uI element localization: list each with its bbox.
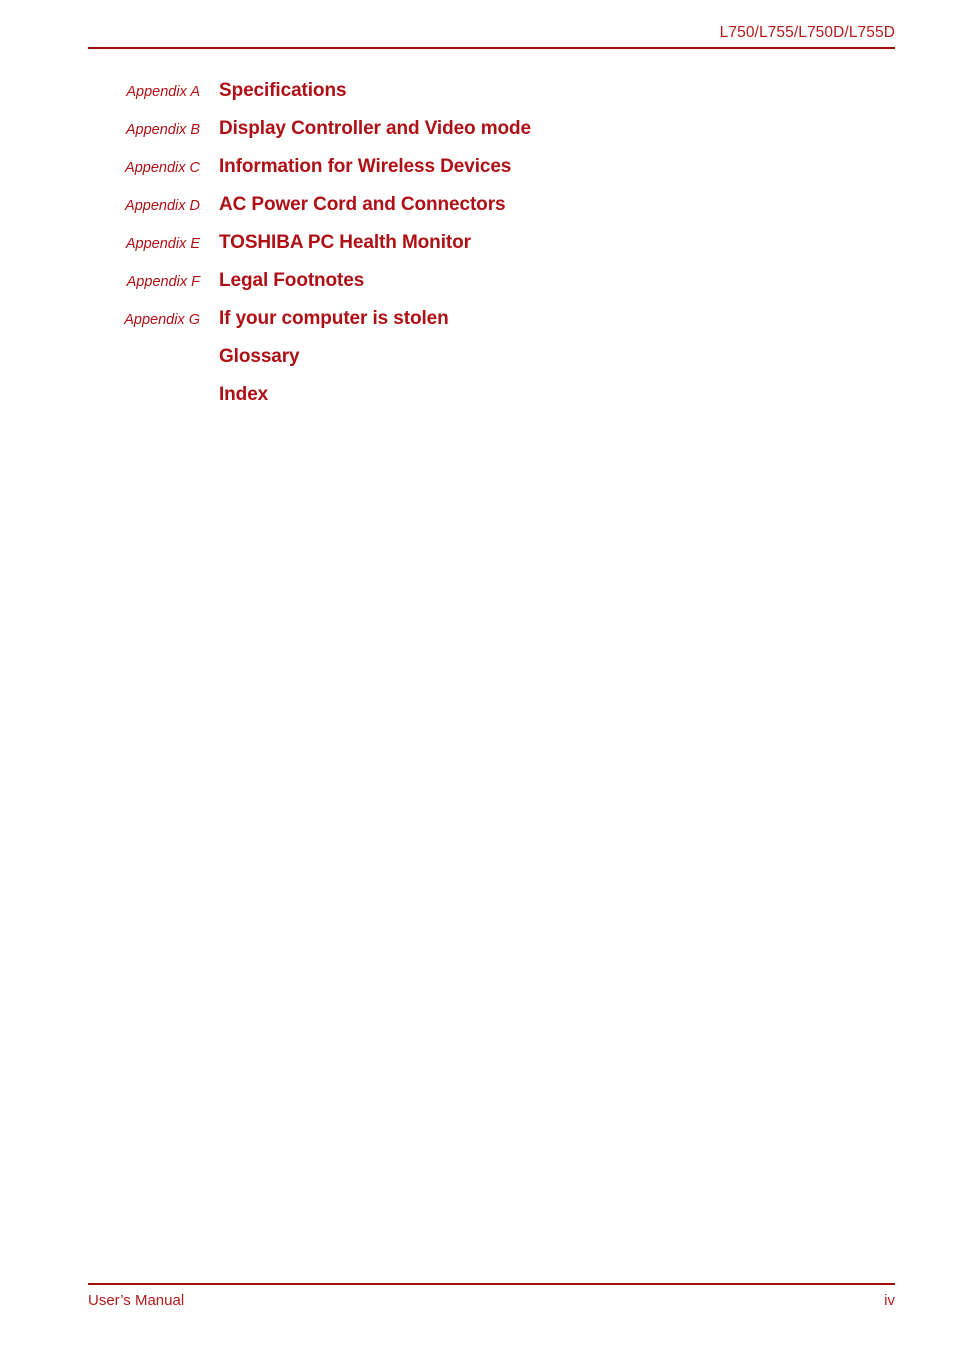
contents-row[interactable]: Appendix D AC Power Cord and Connectors xyxy=(88,194,895,232)
appendix-title[interactable]: TOSHIBA PC Health Monitor xyxy=(219,232,471,254)
header-divider-rule xyxy=(88,47,895,49)
appendix-label: Appendix D xyxy=(125,198,200,214)
contents-row[interactable]: Appendix E TOSHIBA PC Health Monitor xyxy=(88,232,895,270)
appendix-contents-list: Appendix A Specifications Appendix B Dis… xyxy=(88,80,895,422)
contents-row[interactable]: Appendix G If your computer is stolen xyxy=(88,308,895,346)
contents-row[interactable]: Appendix F Legal Footnotes xyxy=(88,270,895,308)
appendix-label: Appendix B xyxy=(125,122,200,138)
appendix-title[interactable]: Index xyxy=(219,384,268,406)
contents-row[interactable]: Appendix B Display Controller and Video … xyxy=(88,118,895,156)
footer-page-number: iv xyxy=(884,1292,895,1309)
contents-row[interactable]: Appendix A Specifications xyxy=(88,80,895,118)
appendix-label: Appendix F xyxy=(126,274,200,290)
contents-row[interactable]: Appendix C Information for Wireless Devi… xyxy=(88,156,895,194)
page-header: L750/L755/L750D/L755D xyxy=(88,24,895,42)
contents-row[interactable]: Index xyxy=(88,384,895,422)
appendix-title[interactable]: Display Controller and Video mode xyxy=(219,118,531,140)
header-model-line: L750/L755/L750D/L755D xyxy=(719,24,895,41)
page-footer: User’s Manual iv xyxy=(88,1292,895,1309)
footer-manual-label: User’s Manual xyxy=(88,1292,185,1309)
appendix-title[interactable]: AC Power Cord and Connectors xyxy=(219,194,506,216)
footer-divider-rule xyxy=(88,1283,895,1285)
appendix-title[interactable]: Information for Wireless Devices xyxy=(219,156,511,178)
appendix-label: Appendix A xyxy=(126,84,200,100)
document-page: L750/L755/L750D/L755D Appendix A Specifi… xyxy=(0,0,954,1352)
appendix-label: Appendix E xyxy=(125,236,200,252)
appendix-title[interactable]: Glossary xyxy=(219,346,300,368)
appendix-label: Appendix C xyxy=(125,160,200,176)
contents-row[interactable]: Glossary xyxy=(88,346,895,384)
appendix-title[interactable]: Specifications xyxy=(219,80,347,102)
appendix-title[interactable]: Legal Footnotes xyxy=(219,270,364,292)
appendix-title[interactable]: If your computer is stolen xyxy=(219,308,449,330)
appendix-label: Appendix G xyxy=(124,312,200,328)
